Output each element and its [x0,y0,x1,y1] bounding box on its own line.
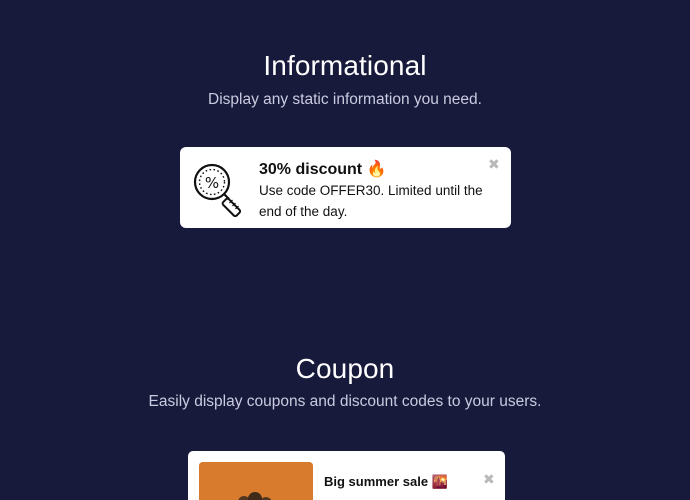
notice-title: 30% discount 🔥 [259,161,387,178]
svg-text:%: % [205,174,219,192]
page: Informational Display any static informa… [0,0,690,500]
informational-title: Informational [263,50,427,81]
coupon-image [199,462,313,500]
discount-notice-card: % 30% discount 🔥 Use code OFFER30. Limit… [180,147,511,228]
coupon-card: Big summer sale 🌇 ✖ [188,451,505,500]
close-icon[interactable]: ✖ [483,472,495,486]
discount-magnifier-icon: % [192,161,248,218]
close-icon[interactable]: ✖ [488,157,500,171]
coupon-card-title: Big summer sale 🌇 [324,474,448,489]
coupon-title: Coupon [295,353,395,384]
coupon-subtitle: Easily display coupons and discount code… [148,393,542,410]
informational-subtitle: Display any static information you need. [208,91,482,108]
notice-body: Use code OFFER30. Limited until the end … [259,183,483,219]
